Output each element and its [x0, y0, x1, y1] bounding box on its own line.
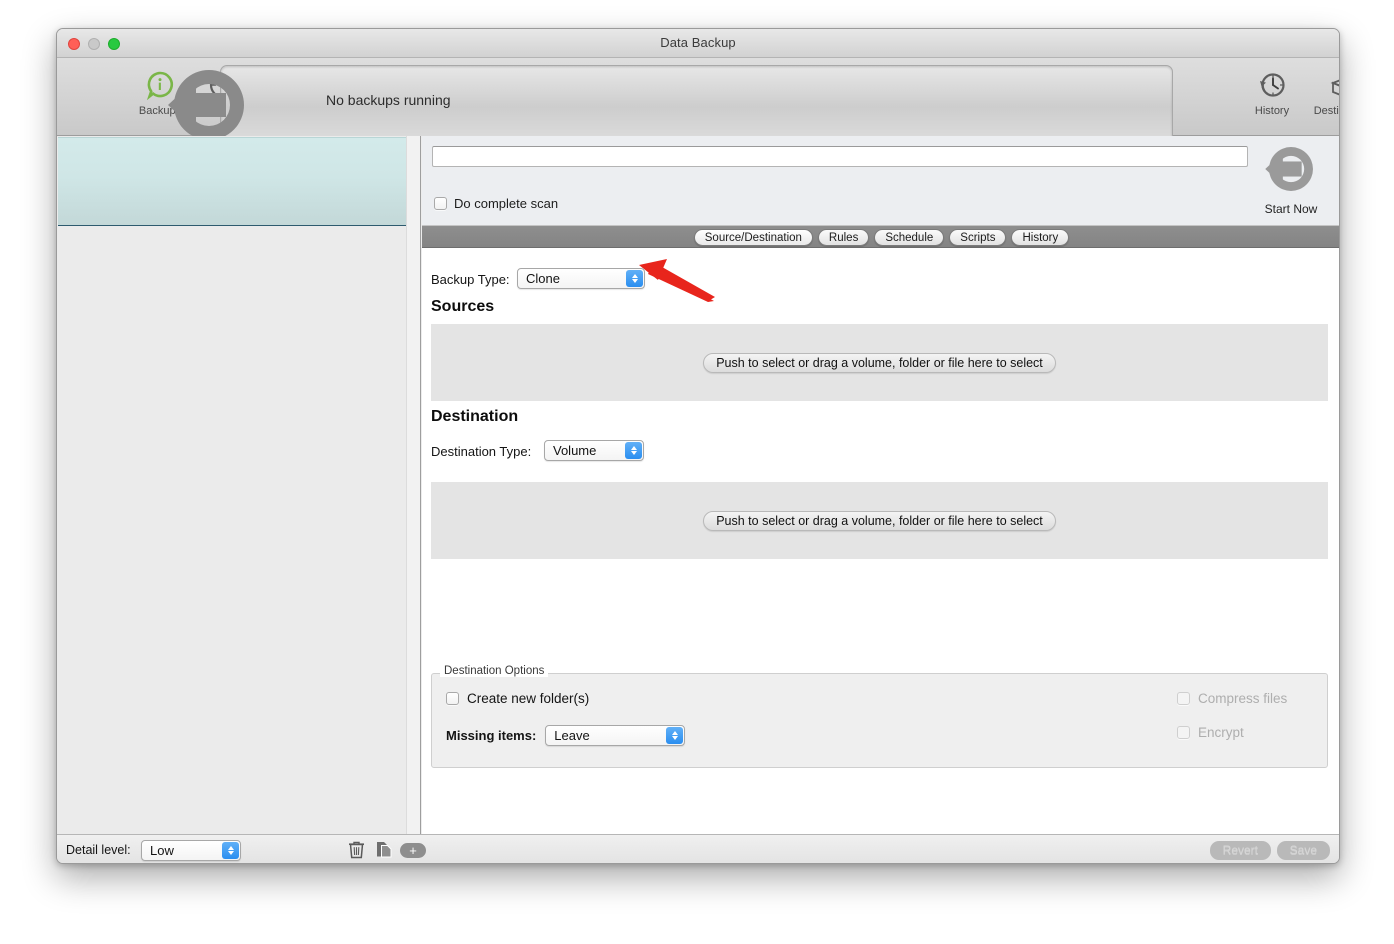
- sources-select-button[interactable]: Push to select or drag a volume, folder …: [703, 353, 1056, 373]
- stepper-icon[interactable]: [222, 842, 239, 859]
- compress-files-label: Compress files: [1198, 691, 1287, 706]
- destination-select-button[interactable]: Push to select or drag a volume, folder …: [703, 511, 1056, 531]
- backup-type-dropdown[interactable]: Clone: [517, 268, 645, 289]
- duplicate-icon: [375, 840, 394, 859]
- tab-scripts[interactable]: Scripts: [949, 229, 1006, 246]
- create-new-folders-checkbox[interactable]: [446, 692, 459, 705]
- backup-name-input[interactable]: [432, 146, 1248, 167]
- sidebar: [57, 136, 421, 834]
- toolbar: Backups Dashboard: [57, 58, 1339, 136]
- sources-heading: Sources: [431, 298, 494, 316]
- detail-level-label: Detail level:: [66, 843, 131, 857]
- compress-files-row: Compress files: [1177, 691, 1287, 706]
- source-destination-form: Backup Type: Clone Sources Push to selec…: [422, 248, 1340, 833]
- status-banner: No backups running: [220, 65, 1173, 142]
- delete-button[interactable]: [348, 840, 365, 864]
- tab-history[interactable]: History: [1011, 229, 1069, 246]
- sidebar-scrollbar[interactable]: [406, 136, 420, 834]
- box-download-icon: [1307, 67, 1340, 103]
- encrypt-label: Encrypt: [1198, 725, 1244, 740]
- create-new-folders-label: Create new folder(s): [467, 691, 589, 706]
- body-area: Do complete scan Start Now Source/Destin…: [57, 136, 1339, 834]
- backup-set-list: [58, 137, 420, 834]
- start-now-label: Start Now: [1249, 202, 1333, 216]
- destination-type-label: Destination Type:: [431, 444, 531, 459]
- backup-type-label: Backup Type:: [431, 272, 510, 287]
- toolbar-item-destinations[interactable]: Destinations: [1307, 67, 1340, 117]
- destination-dropzone[interactable]: Push to select or drag a volume, folder …: [431, 482, 1328, 559]
- bottom-bar: Detail level: Low: [57, 834, 1339, 864]
- sources-dropzone[interactable]: Push to select or drag a volume, folder …: [431, 324, 1328, 401]
- duplicate-button[interactable]: [375, 840, 394, 864]
- do-complete-scan-checkbox[interactable]: [434, 197, 447, 210]
- clock-rewind-icon: [1241, 67, 1303, 103]
- detail-level-value: Low: [150, 843, 174, 858]
- encrypt-row: Encrypt: [1177, 725, 1244, 740]
- detail-level-dropdown[interactable]: Low: [141, 840, 241, 861]
- toolbar-item-destinations-label: Destinations: [1307, 105, 1340, 117]
- circular-left-arrow-icon: [1263, 142, 1319, 196]
- tab-schedule[interactable]: Schedule: [874, 229, 944, 246]
- app-window: Data Backup Backups: [56, 28, 1340, 864]
- destination-options-title: Destination Options: [440, 665, 548, 677]
- stepper-icon[interactable]: [626, 270, 643, 287]
- list-item[interactable]: [58, 137, 420, 226]
- window-title: Data Backup: [57, 35, 1339, 50]
- missing-items-dropdown[interactable]: Leave: [545, 725, 685, 746]
- scan-bar: Do complete scan Start Now: [422, 136, 1340, 226]
- missing-items-label: Missing items:: [446, 728, 536, 743]
- destination-options-group: Destination Options Create new folder(s)…: [431, 673, 1328, 768]
- compress-files-checkbox: [1177, 692, 1190, 705]
- toolbar-item-history[interactable]: History: [1241, 67, 1303, 117]
- title-bar: Data Backup: [57, 29, 1339, 58]
- missing-items-value: Leave: [554, 728, 589, 743]
- stepper-icon[interactable]: [625, 442, 642, 459]
- create-new-folders-row[interactable]: Create new folder(s): [446, 691, 589, 706]
- destination-type-value: Volume: [553, 443, 596, 458]
- missing-items-row: Missing items: Leave: [446, 725, 685, 746]
- backup-type-value: Clone: [526, 271, 560, 286]
- encrypt-checkbox: [1177, 726, 1190, 739]
- save-button[interactable]: Save: [1277, 841, 1330, 860]
- plus-icon: +: [409, 844, 417, 857]
- content-panel: Do complete scan Start Now Source/Destin…: [422, 136, 1340, 834]
- destination-heading: Destination: [431, 408, 518, 426]
- tab-bar: Source/Destination Rules Schedule Script…: [422, 226, 1340, 248]
- start-now-button[interactable]: Start Now: [1249, 142, 1333, 216]
- toolbar-item-history-label: History: [1241, 105, 1303, 117]
- revert-button[interactable]: Revert: [1210, 841, 1271, 860]
- trash-icon: [348, 840, 365, 859]
- stepper-icon[interactable]: [666, 727, 683, 744]
- do-complete-scan-label: Do complete scan: [454, 196, 558, 211]
- tab-rules[interactable]: Rules: [818, 229, 869, 246]
- tab-source-destination[interactable]: Source/Destination: [694, 229, 813, 246]
- destination-type-dropdown[interactable]: Volume: [544, 440, 644, 461]
- add-backup-set-button[interactable]: +: [400, 843, 426, 858]
- do-complete-scan-row[interactable]: Do complete scan: [434, 196, 558, 211]
- status-text: No backups running: [326, 92, 451, 108]
